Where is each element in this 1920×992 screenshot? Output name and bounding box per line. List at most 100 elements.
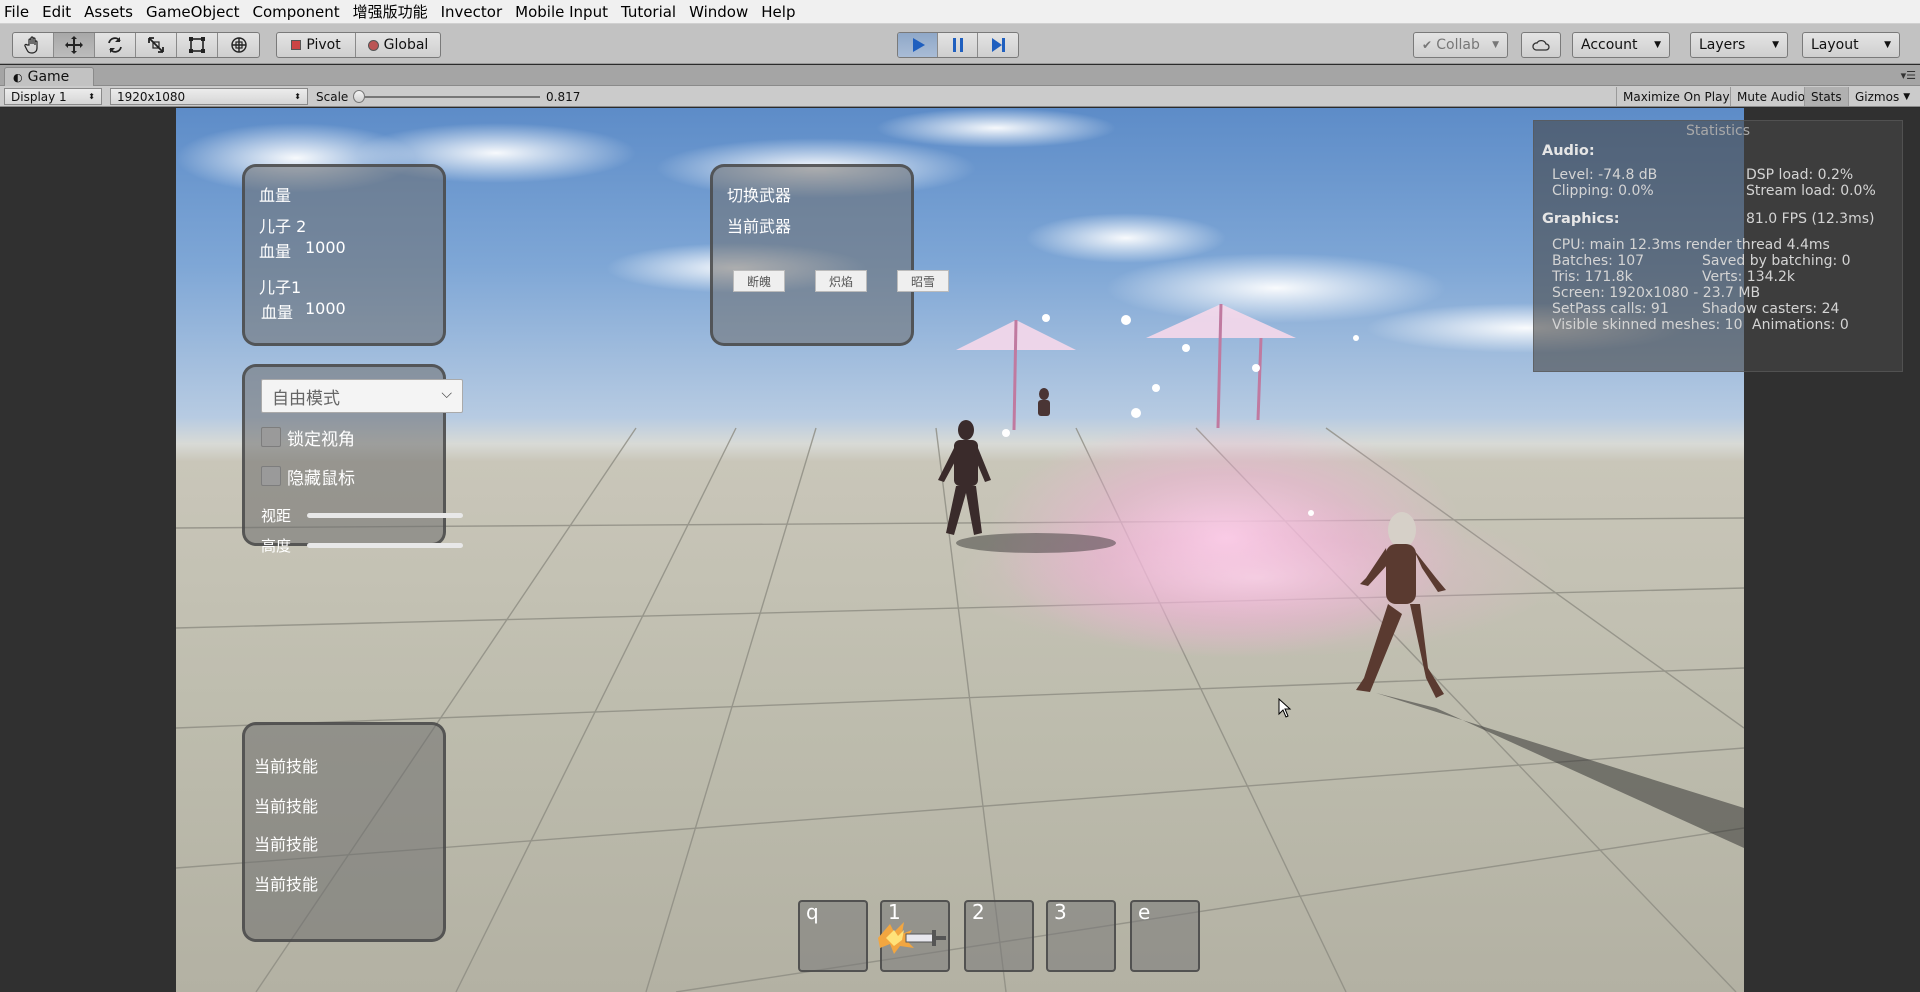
camera-mode-panel: 自由模式 ⌵ 锁定视角 隐藏鼠标 视距 高度 — [242, 364, 463, 555]
rotate-tool-button[interactable] — [95, 33, 136, 57]
global-button[interactable]: Global — [356, 33, 440, 57]
game-view-toolbar: Display 1 ⬍ 1920x1080 ⬍ Scale 0.817 Maxi… — [0, 86, 1920, 107]
lock-view-label: 锁定视角 — [287, 430, 355, 450]
scale-value: 0.817 — [546, 90, 581, 104]
skill-slot-e[interactable]: e — [1130, 900, 1200, 972]
menu-file[interactable]: File — [4, 3, 29, 21]
rect-tool-button[interactable] — [177, 33, 218, 57]
cpu-time: CPU: main 12.3ms render thread 4.4ms — [1552, 237, 1830, 253]
scale-tool-button[interactable] — [136, 33, 177, 57]
batches: Batches: 107 — [1552, 253, 1645, 269]
visible-skinned-meshes: Visible skinned meshes: 10 — [1552, 317, 1743, 333]
menu-help[interactable]: Help — [761, 3, 795, 21]
globe-icon — [367, 39, 379, 51]
weapon-panel-title: 切换武器 — [727, 186, 792, 205]
tab-menu-icon[interactable]: ▾☰ — [1901, 69, 1916, 82]
statistics-title: Statistics — [1686, 123, 1750, 139]
play-button[interactable] — [898, 33, 938, 57]
shadow-casters: Shadow casters: 24 — [1702, 301, 1840, 317]
current-skill-label: 当前技能 — [254, 835, 319, 854]
mode-value: 自由模式 — [272, 388, 340, 409]
stream-load: Stream load: 0.0% — [1746, 183, 1876, 199]
menu-mobile-input[interactable]: Mobile Input — [515, 3, 608, 21]
statistics-panel: Statistics Audio: Level: -74.8 dB DSP lo… — [1533, 120, 1903, 372]
main-toolbar: Pivot Global ✔ Collab ▼ Account ▼ Layers… — [0, 24, 1920, 64]
health-panel-title: 血量 — [259, 186, 292, 205]
updown-icon: ⬍ — [88, 92, 95, 101]
move-icon — [65, 36, 83, 54]
display-dropdown[interactable]: Display 1 ⬍ — [4, 88, 102, 105]
layers-dropdown[interactable]: Layers ▼ — [1690, 32, 1788, 58]
skill-slot-2[interactable]: 2 — [964, 900, 1034, 972]
resolution-dropdown[interactable]: 1920x1080 ⬍ — [110, 88, 308, 105]
hand-tool-button[interactable] — [13, 33, 54, 57]
hide-cursor-checkbox[interactable] — [261, 466, 281, 486]
transform-tool-button[interactable] — [218, 33, 259, 57]
maximize-on-play-toggle[interactable]: Maximize On Play — [1616, 87, 1736, 106]
character-small — [1038, 388, 1050, 416]
caret-down-icon: ▼ — [1903, 91, 1911, 102]
gizmos-dropdown[interactable]: Gizmos ▼ — [1848, 87, 1916, 106]
cloud — [1106, 253, 1446, 323]
stats-label: Stats — [1811, 89, 1842, 104]
weapon-button-zhaoxue[interactable]: 昭雪 — [897, 270, 949, 292]
skill-slot-3[interactable]: 3 — [1046, 900, 1116, 972]
game-viewport: 血量 儿子 2 血量 1000 儿子1 血量 1000 切换武器 当前武器 断魄… — [0, 108, 1920, 992]
step-button[interactable] — [978, 33, 1018, 57]
skill-slot-1[interactable]: 1 — [878, 900, 950, 972]
caret-down-icon: ▼ — [1884, 40, 1891, 50]
scale-slider-track[interactable] — [360, 96, 540, 98]
updown-icon: ⬍ — [294, 92, 301, 101]
menu-component[interactable]: Component — [253, 3, 340, 21]
layout-label: Layout — [1811, 37, 1859, 53]
game-scene[interactable]: 血量 儿子 2 血量 1000 儿子1 血量 1000 切换武器 当前武器 断魄… — [176, 108, 1744, 992]
menu-bar: File Edit Assets GameObject Component 增强… — [0, 0, 1920, 24]
stats-toggle[interactable]: Stats — [1804, 87, 1848, 106]
menu-edit[interactable]: Edit — [42, 3, 71, 21]
scale-label: Scale — [316, 90, 349, 104]
move-tool-button[interactable] — [54, 33, 95, 57]
audio-level: Level: -74.8 dB — [1552, 167, 1658, 183]
menu-invector[interactable]: Invector — [441, 3, 503, 21]
menu-window[interactable]: Window — [689, 3, 748, 21]
tab-row: ◐ Game ▾☰ — [0, 65, 1920, 86]
account-dropdown[interactable]: Account ▼ — [1572, 32, 1670, 58]
layers-label: Layers — [1699, 37, 1746, 53]
maximize-label: Maximize On Play — [1623, 89, 1730, 104]
gizmos-label: Gizmos — [1855, 89, 1900, 104]
height-label: 高度 — [261, 537, 292, 555]
mute-label: Mute Audio — [1737, 89, 1805, 104]
pivot-button[interactable]: Pivot — [277, 33, 356, 57]
collab-label: Collab — [1436, 37, 1480, 53]
layout-dropdown[interactable]: Layout ▼ — [1802, 32, 1900, 58]
scale-slider-thumb[interactable] — [353, 90, 365, 103]
play-controls — [897, 32, 1019, 58]
menu-assets[interactable]: Assets — [84, 3, 133, 21]
mouse-cursor-icon — [1278, 698, 1292, 718]
skill-key-label: 2 — [972, 900, 985, 924]
mute-audio-toggle[interactable]: Mute Audio — [1730, 87, 1811, 106]
weapon-button-chiyan[interactable]: 炽焰 — [815, 270, 867, 292]
menu-enhanced-features[interactable]: 增强版功能 — [353, 1, 428, 22]
game-tab-icon: ◐ — [13, 70, 23, 84]
play-icon — [912, 38, 925, 52]
current-skill-label: 当前技能 — [254, 757, 319, 776]
weapon-button-duanpo[interactable]: 断魄 — [733, 270, 785, 292]
pivot-label: Pivot — [306, 37, 341, 53]
skill-panel: 当前技能 当前技能 当前技能 当前技能 — [242, 722, 446, 942]
pause-button[interactable] — [938, 33, 978, 57]
view-distance-slider[interactable] — [307, 513, 463, 518]
fps-value: 81.0 FPS (12.3ms) — [1746, 211, 1875, 227]
lock-view-checkbox[interactable] — [261, 427, 281, 447]
check-icon: ✔ — [1422, 38, 1433, 52]
mode-dropdown[interactable]: 自由模式 ⌵ — [261, 379, 463, 413]
rotate-icon — [108, 37, 122, 53]
skill-slot-q[interactable]: q — [798, 900, 868, 972]
menu-tutorial[interactable]: Tutorial — [621, 3, 676, 21]
tab-game[interactable]: ◐ Game — [4, 67, 94, 86]
menu-gameobject[interactable]: GameObject — [146, 3, 240, 21]
skill-key-label: q — [806, 900, 819, 924]
cloud-button[interactable] — [1521, 32, 1561, 58]
collab-dropdown[interactable]: ✔ Collab ▼ — [1413, 32, 1508, 58]
height-slider[interactable] — [307, 543, 463, 548]
